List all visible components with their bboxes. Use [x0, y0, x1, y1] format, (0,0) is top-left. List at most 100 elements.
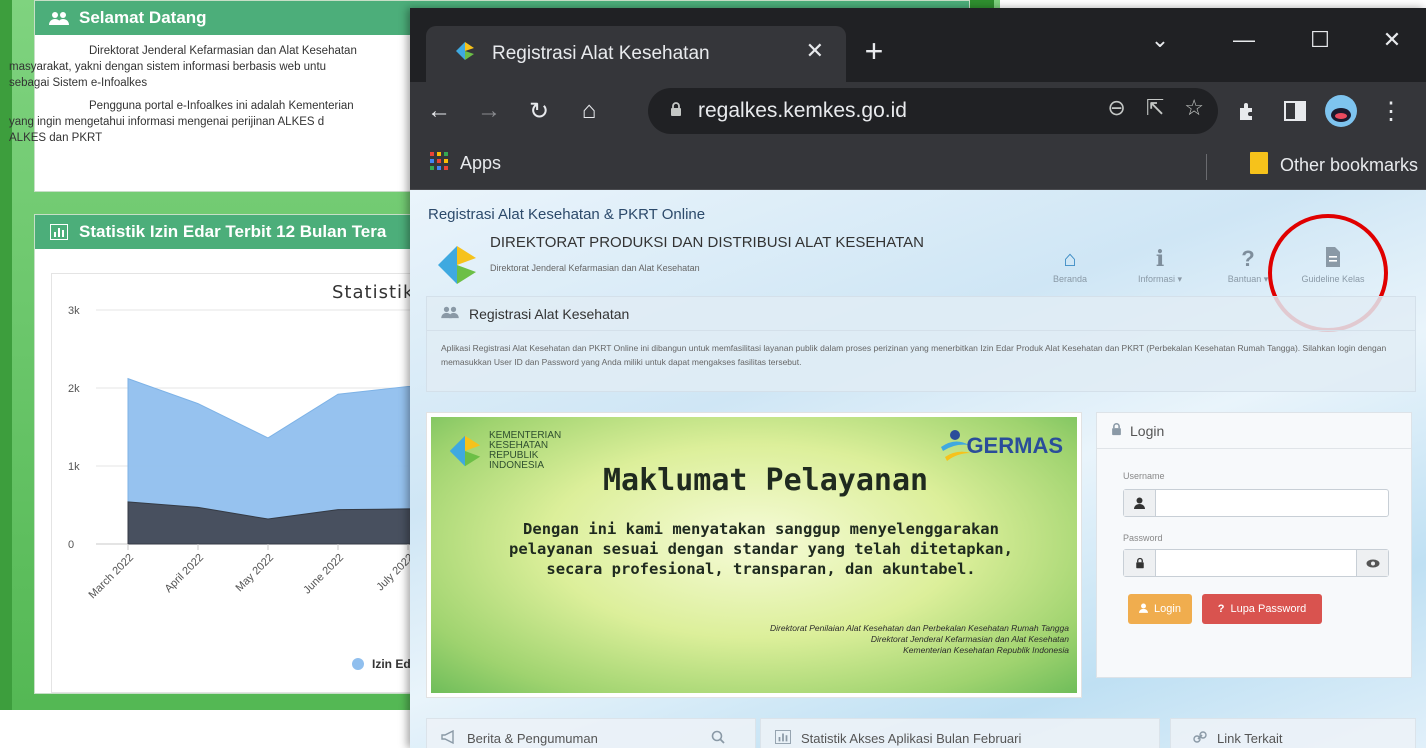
share-icon[interactable]: ⇱ [1146, 95, 1164, 121]
password-label: Password [1123, 533, 1163, 543]
stats-title: Statistik Izin Edar Terbit 12 Bulan Tera [79, 222, 387, 241]
news-section-header: Berita & Pengumuman [426, 718, 756, 748]
welcome-p2-line3: ALKES dan PKRT [9, 132, 103, 144]
user-login-icon [1139, 603, 1149, 616]
brand-subtitle: Direktorat Jenderal Kefarmasian dan Alat… [490, 263, 700, 273]
sign-line-2: Direktorat Jenderal Kefarmasian dan Alat… [870, 634, 1069, 644]
maklumat-signature: Direktorat Penilaian Alat Kesehatan dan … [770, 623, 1069, 656]
site-favicon-icon [452, 38, 478, 70]
news-title: Berita & Pengumuman [467, 730, 598, 746]
tab-search-icon[interactable]: ⌄ [1140, 22, 1180, 58]
screenshot-root: Selamat Datang Direktorat Jenderal Kefar… [0, 0, 1426, 748]
sign-line-1: Direktorat Penilaian Alat Kesehatan dan … [770, 623, 1069, 633]
left-rail [0, 0, 12, 710]
users-group-icon [441, 305, 459, 322]
password-input[interactable] [1123, 549, 1389, 577]
welcome-p1-line3: sebagai Sistem e-Infoalkes [9, 77, 148, 89]
nav-informasi[interactable]: i Informasi ▾ [1115, 246, 1205, 285]
username-input[interactable] [1123, 489, 1389, 517]
zoom-icon[interactable]: ⊖ [1107, 95, 1125, 121]
megaphone-icon [441, 729, 457, 747]
tab-title: Registrasi Alat Kesehatan [492, 43, 710, 64]
browser-window: Registrasi Alat Kesehatan ✕ + ⌄ — ☐ ✕ ← … [410, 8, 1426, 748]
other-bookmarks-label: Other bookmarks [1279, 155, 1418, 175]
url-text: regalkes.kemkes.go.id [698, 99, 907, 122]
kemenkes-logo-icon [449, 435, 481, 467]
new-tab-button[interactable]: + [855, 32, 893, 70]
login-header: Login [1097, 413, 1411, 449]
site-top-title: Registrasi Alat Kesehatan & PKRT Online [428, 206, 706, 223]
nav-bantuan-label: Bantuan ▾ [1227, 274, 1269, 284]
chart-small-icon [775, 729, 791, 747]
address-bar-actions: ⊖ ⇱ ☆ [1107, 95, 1204, 121]
forgot-password-label: Lupa Password [1230, 603, 1307, 615]
registration-info-box: Registrasi Alat Kesehatan Aplikasi Regis… [426, 296, 1416, 392]
brand-logo-icon [432, 240, 482, 295]
maklumat-banner-frame: KEMENTERIAN KESEHATAN REPUBLIK INDONESIA… [426, 412, 1082, 698]
menu-kebab-icon[interactable]: ⋮ [1372, 92, 1410, 130]
info-icon: i [1155, 246, 1165, 272]
login-button-label: Login [1154, 603, 1181, 615]
browser-toolbar: ← → ↻ ⌂ regalkes.kemkes.go.id ⊖ ⇱ ☆ ⋮ [410, 82, 1426, 140]
close-window-button[interactable]: ✕ [1372, 22, 1412, 58]
links-title: Link Terkait [1217, 730, 1283, 746]
minimize-button[interactable]: — [1224, 22, 1264, 58]
back-arrow-icon[interactable]: ← [420, 92, 458, 130]
kementerian-text: KEMENTERIAN KESEHATAN REPUBLIK INDONESIA [489, 431, 561, 471]
apps-label: Apps [460, 153, 502, 173]
welcome-p2-line1: Pengguna portal e-Infoalkes ini adalah K… [89, 100, 354, 112]
apps-shortcut[interactable]: Apps [430, 152, 501, 175]
bookmark-star-icon[interactable]: ☆ [1184, 95, 1204, 121]
stats-access-title: Statistik Akses Aplikasi Bulan Februari [801, 730, 1022, 746]
maximize-button[interactable]: ☐ [1300, 22, 1340, 58]
profile-avatar[interactable] [1322, 92, 1360, 130]
msg-line-3: secara profesional, transparan, dan akun… [546, 560, 976, 578]
chart-y-tick-label: 0 [68, 539, 74, 551]
msg-line-2: pelayanan sesuai dengan standar yang tel… [509, 540, 1013, 558]
bookmark-divider [1206, 154, 1207, 180]
reload-icon[interactable]: ↻ [520, 92, 558, 130]
padlock-icon [1124, 550, 1156, 576]
chart-x-tick-label: May 2022 [233, 552, 276, 595]
bar-chart-icon [49, 224, 69, 240]
extensions-icon[interactable] [1228, 92, 1266, 130]
users-icon [49, 10, 69, 26]
registration-title: Registrasi Alat Kesehatan [469, 305, 630, 322]
login-button[interactable]: Login [1128, 594, 1192, 624]
tab-close-icon[interactable]: ✕ [806, 38, 824, 64]
brand-name: DIREKTORAT PRODUKSI DAN DISTRIBUSI ALAT … [490, 234, 924, 251]
chart-legend-swatch [352, 658, 364, 670]
login-title: Login [1130, 422, 1165, 439]
sign-line-3: Kementerian Kesehatan Republik Indonesia [903, 645, 1069, 655]
welcome-p1-line1: Direktorat Jenderal Kefarmasian dan Alat… [89, 45, 357, 57]
nav-beranda[interactable]: ⌂ Beranda [1025, 246, 1115, 284]
chart-legend-label: Izin Ed [372, 657, 411, 671]
chart-x-tick-label: June 2022 [301, 552, 346, 597]
germas-text: GERMAS [966, 433, 1063, 458]
link-icon [1193, 730, 1207, 747]
registration-description: Aplikasi Registrasi Alat Kesehatan dan P… [441, 343, 1387, 367]
address-bar[interactable]: regalkes.kemkes.go.id ⊖ ⇱ ☆ [648, 88, 1218, 134]
chart-y-tick-label: 2k [68, 383, 80, 395]
lock-small-icon [1111, 422, 1122, 439]
forward-arrow-icon[interactable]: → [470, 92, 508, 130]
side-panel-icon[interactable] [1276, 92, 1314, 130]
forgot-password-button[interactable]: ? Lupa Password [1202, 594, 1322, 624]
home-nav-icon: ⌂ [1063, 246, 1077, 271]
eye-icon[interactable] [1356, 550, 1388, 576]
apps-grid-icon [430, 152, 448, 175]
home-icon[interactable]: ⌂ [570, 92, 608, 130]
website-viewport: Registrasi Alat Kesehatan & PKRT Online … [410, 190, 1426, 748]
welcome-p2-line2: yang ingin mengetahui informasi mengenai… [9, 116, 325, 128]
maklumat-title: Maklumat Pelayanan [603, 463, 929, 498]
kem-line-4: INDONESIA [489, 460, 545, 471]
maklumat-message: Dengan ini kami menyatakan sanggup menye… [501, 519, 1021, 579]
browser-tab[interactable]: Registrasi Alat Kesehatan ✕ [426, 26, 846, 82]
chart-y-tick-label: 3k [68, 305, 80, 317]
other-bookmarks[interactable]: Other bookmarks [1249, 152, 1418, 179]
chart-y-tick-label: 1k [68, 461, 80, 473]
lock-icon[interactable] [670, 99, 682, 123]
registration-header: Registrasi Alat Kesehatan [427, 297, 1415, 331]
search-icon[interactable] [711, 730, 725, 747]
links-section-header: Link Terkait [1170, 718, 1416, 748]
